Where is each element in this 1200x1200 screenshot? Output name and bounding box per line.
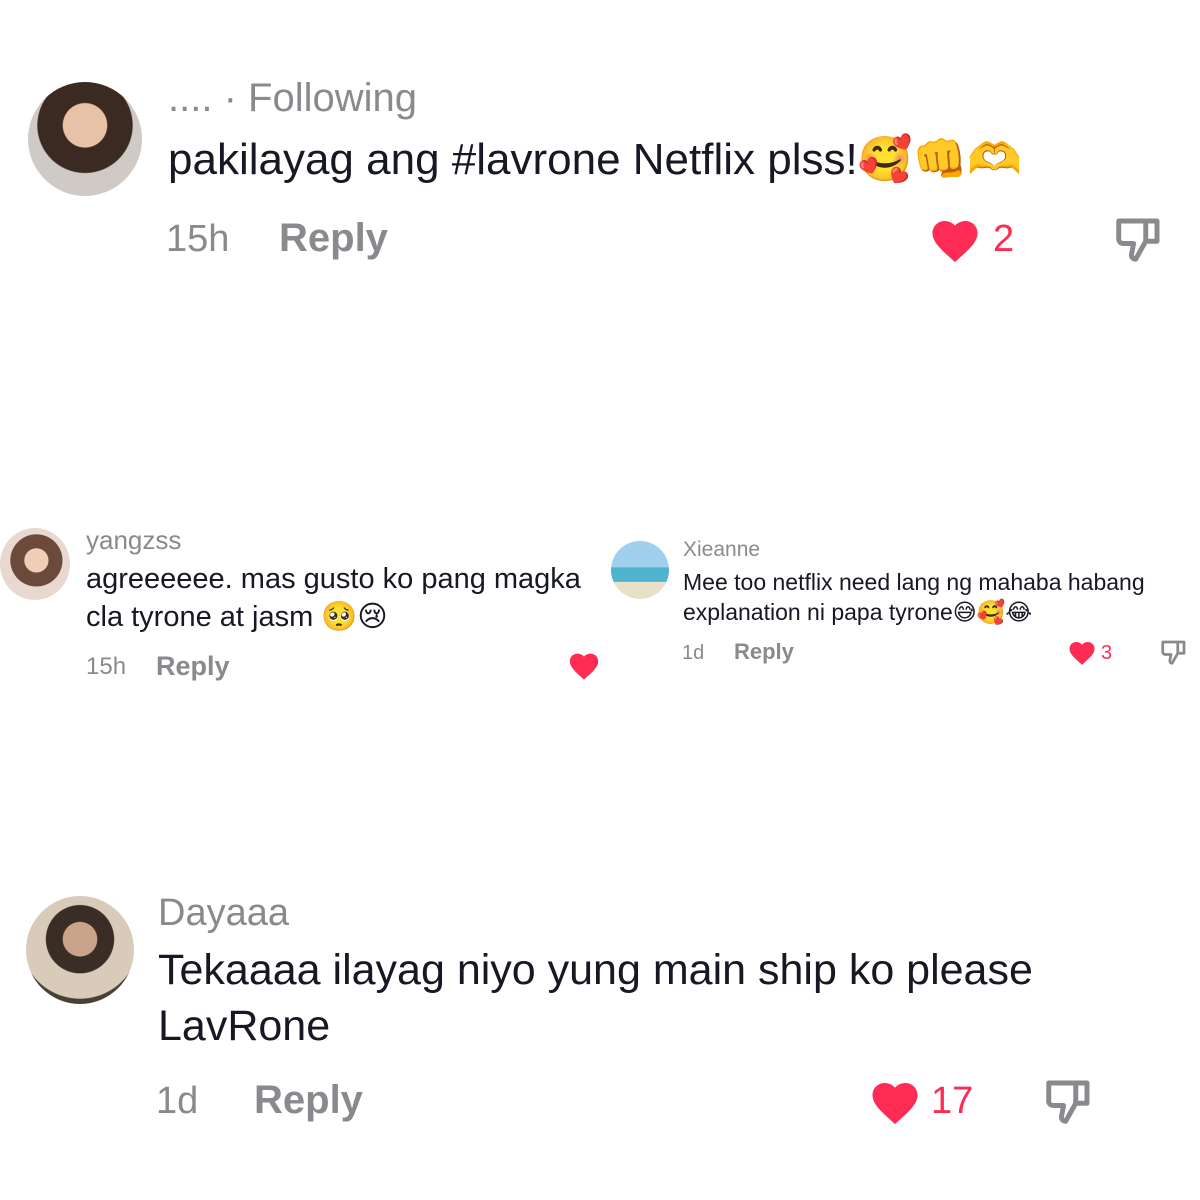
comment-text-line-2: LavRone — [158, 1002, 331, 1050]
reply-button[interactable]: Reply — [279, 214, 388, 262]
comment-text-line-1: Mee too netflix need lang ng mahaba haba… — [683, 569, 1145, 595]
heart-icon[interactable] — [928, 214, 982, 264]
comment-text-line-1: agreeeeee. mas gusto ko pang magka — [86, 563, 581, 595]
username[interactable]: yangzss — [86, 524, 181, 556]
avatar[interactable] — [611, 541, 669, 599]
avatar[interactable] — [0, 528, 70, 600]
heart-icon[interactable] — [868, 1076, 922, 1126]
reply-button[interactable]: Reply — [156, 650, 230, 682]
like-count: 3 — [1101, 642, 1113, 664]
reply-button[interactable]: Reply — [734, 638, 794, 666]
comment-text: pakilayag ang #lavrone Netflix plss!🥰👊🫶 — [168, 135, 1023, 184]
comment-text-line-2: cla tyrone at jasm 🥺😢 — [86, 601, 388, 633]
comment-text-line-1: Tekaaaa ilayag niyo yung main ship ko pl… — [158, 946, 1033, 994]
timestamp: 15h — [86, 653, 127, 680]
avatar[interactable] — [28, 82, 142, 196]
username[interactable]: Xieanne — [683, 537, 760, 563]
heart-icon[interactable] — [567, 649, 601, 681]
like-count: 17 — [931, 1080, 974, 1122]
heart-icon[interactable] — [1067, 638, 1097, 666]
reply-button[interactable]: Reply — [254, 1076, 363, 1124]
following-label[interactable]: · Following — [224, 76, 417, 120]
comment-text-line-2: explanation ni papa tyrone😅🥰😂 — [683, 599, 1033, 625]
username[interactable]: .... — [168, 76, 212, 120]
username[interactable]: Dayaaa — [158, 890, 289, 936]
dislike-icon[interactable] — [1112, 212, 1166, 266]
dislike-icon[interactable] — [1159, 637, 1189, 667]
dislike-icon[interactable] — [1042, 1074, 1096, 1128]
timestamp: 1d — [156, 1080, 199, 1122]
timestamp: 1d — [682, 642, 705, 664]
timestamp: 15h — [166, 218, 230, 260]
like-count: 2 — [993, 218, 1015, 260]
avatar[interactable] — [26, 896, 134, 1004]
